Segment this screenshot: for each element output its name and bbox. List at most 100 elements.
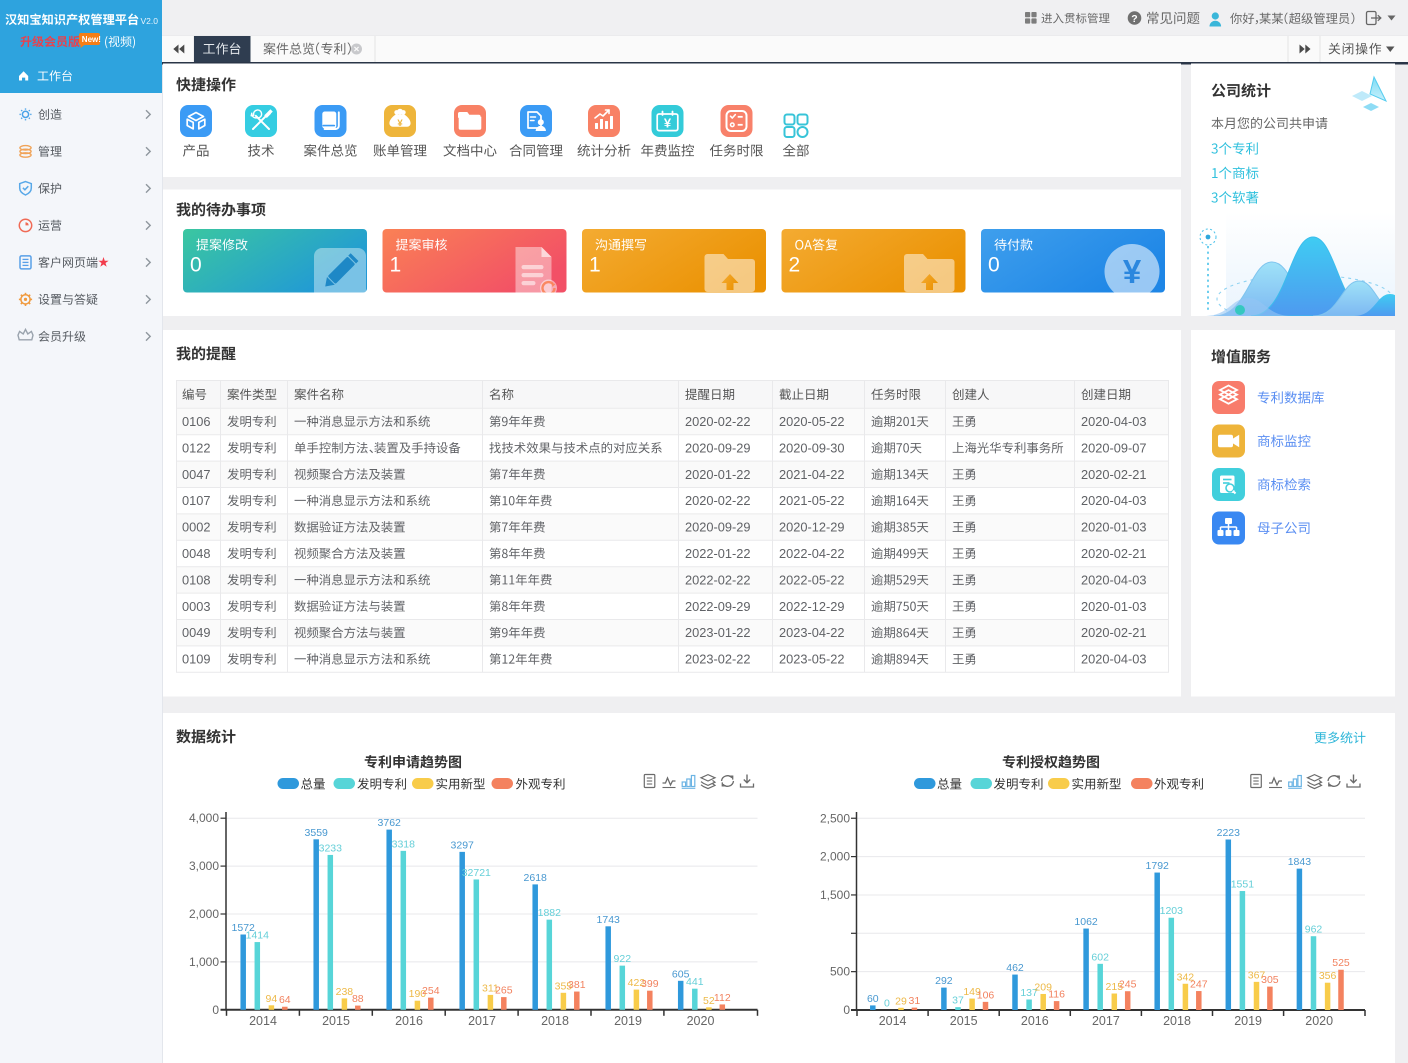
svg-text:2018: 2018 — [1163, 1014, 1191, 1028]
svg-text:2023-04-22: 2023-04-22 — [779, 625, 844, 640]
svg-text:0: 0 — [884, 998, 890, 1010]
svg-text:2016: 2016 — [1021, 1014, 1049, 1028]
svg-text:2022-02-22: 2022-02-22 — [685, 572, 750, 587]
svg-text:1203: 1203 — [1160, 905, 1184, 917]
svg-text:2021-04-22: 2021-04-22 — [779, 467, 844, 482]
svg-text:2020: 2020 — [1305, 1014, 1333, 1028]
svg-text:247: 247 — [1190, 979, 1208, 991]
svg-text:2020-01-22: 2020-01-22 — [685, 467, 750, 482]
svg-text:2022-05-22: 2022-05-22 — [779, 572, 844, 587]
svg-text:0: 0 — [190, 254, 202, 277]
svg-text:1,000: 1,000 — [189, 955, 219, 969]
svg-text:399: 399 — [641, 978, 659, 990]
svg-text:2022-04-22: 2022-04-22 — [779, 546, 844, 561]
svg-text:1743: 1743 — [597, 914, 621, 926]
svg-text:1551: 1551 — [1231, 879, 1255, 891]
svg-text:2020-01-03: 2020-01-03 — [1081, 520, 1146, 535]
svg-text:0049: 0049 — [182, 625, 210, 640]
svg-text:922: 922 — [614, 953, 632, 965]
svg-text:2014: 2014 — [249, 1014, 277, 1028]
svg-text:265: 265 — [495, 985, 513, 997]
svg-text:V2.0: V2.0 — [141, 16, 159, 26]
svg-text:0: 0 — [843, 1003, 850, 1017]
svg-text:238: 238 — [336, 986, 354, 998]
svg-text:1882: 1882 — [538, 907, 562, 919]
svg-text:2020-09-29: 2020-09-29 — [685, 520, 750, 535]
svg-text:2020-02-21: 2020-02-21 — [1081, 467, 1146, 482]
svg-text:2223: 2223 — [1217, 827, 1241, 839]
svg-text:2015: 2015 — [322, 1014, 350, 1028]
svg-text:305: 305 — [1261, 974, 1279, 986]
svg-text:116: 116 — [1048, 989, 1065, 1001]
svg-text:2017: 2017 — [468, 1014, 496, 1028]
svg-text:3318: 3318 — [392, 838, 416, 850]
svg-text:1843: 1843 — [1288, 856, 1312, 868]
svg-text:441: 441 — [686, 976, 704, 988]
svg-text:2022-09-29: 2022-09-29 — [685, 599, 750, 614]
svg-text:2019: 2019 — [1234, 1014, 1262, 1028]
svg-text:2022-12-29: 2022-12-29 — [779, 599, 844, 614]
svg-text:2: 2 — [789, 254, 801, 277]
svg-text:2018: 2018 — [541, 1014, 569, 1028]
svg-text:4,000: 4,000 — [189, 811, 219, 825]
svg-text:2020-09-29: 2020-09-29 — [685, 440, 750, 455]
svg-text:0122: 0122 — [182, 440, 210, 455]
svg-text:2017: 2017 — [1092, 1014, 1120, 1028]
svg-text:0107: 0107 — [182, 493, 210, 508]
svg-text:2015: 2015 — [950, 1014, 978, 1028]
svg-text:602: 602 — [1091, 951, 1109, 963]
svg-text:112: 112 — [714, 992, 731, 1004]
svg-text:0047: 0047 — [182, 467, 210, 482]
svg-text:1: 1 — [390, 254, 402, 277]
svg-text:2020-01-03: 2020-01-03 — [1081, 599, 1146, 614]
svg-text:0: 0 — [212, 1003, 219, 1017]
svg-text:2020-05-22: 2020-05-22 — [779, 414, 844, 429]
svg-text:3233: 3233 — [319, 842, 343, 854]
svg-text:0003: 0003 — [182, 599, 210, 614]
svg-text:106: 106 — [977, 989, 995, 1001]
svg-text:60: 60 — [867, 993, 879, 1005]
svg-text:2021-05-22: 2021-05-22 — [779, 493, 844, 508]
svg-text:?: ? — [1131, 13, 1137, 25]
svg-text:0108: 0108 — [182, 572, 210, 587]
svg-text:2022-01-22: 2022-01-22 — [685, 546, 750, 561]
svg-text:31: 31 — [909, 995, 921, 1007]
svg-text:356: 356 — [1319, 970, 1337, 982]
svg-text:462: 462 — [1006, 962, 1024, 974]
svg-text:2019: 2019 — [614, 1014, 642, 1028]
svg-text:1792: 1792 — [1146, 860, 1170, 872]
svg-text:1062: 1062 — [1074, 916, 1098, 928]
svg-text:2,500: 2,500 — [820, 811, 850, 825]
svg-text:2,000: 2,000 — [189, 907, 219, 921]
svg-text:0002: 0002 — [182, 520, 210, 535]
svg-text:0109: 0109 — [182, 652, 210, 667]
svg-text:1414: 1414 — [246, 930, 270, 942]
svg-text:2023-05-22: 2023-05-22 — [779, 652, 844, 667]
svg-text:2020-09-30: 2020-09-30 — [779, 440, 844, 455]
svg-text:2014: 2014 — [879, 1014, 907, 1028]
svg-text:3,000: 3,000 — [189, 859, 219, 873]
svg-text:2023-01-22: 2023-01-22 — [685, 625, 750, 640]
svg-text:962: 962 — [1305, 924, 1323, 936]
svg-text:2020-04-03: 2020-04-03 — [1081, 414, 1146, 429]
svg-text:2020: 2020 — [687, 1014, 715, 1028]
svg-text:94: 94 — [266, 993, 278, 1005]
svg-text:2020-12-29: 2020-12-29 — [779, 520, 844, 535]
svg-text:2020-04-03: 2020-04-03 — [1081, 493, 1146, 508]
svg-text:2020-04-03: 2020-04-03 — [1081, 652, 1146, 667]
svg-text:0: 0 — [988, 254, 1000, 277]
svg-text:64: 64 — [279, 994, 291, 1006]
svg-text:32721: 32721 — [462, 867, 491, 879]
svg-text:3297: 3297 — [451, 839, 475, 851]
svg-text:2618: 2618 — [524, 872, 548, 884]
svg-text:¥: ¥ — [664, 116, 672, 131]
svg-text:29: 29 — [895, 995, 907, 1007]
svg-text:2020-04-03: 2020-04-03 — [1081, 572, 1146, 587]
svg-text:0048: 0048 — [182, 546, 210, 561]
svg-text:2,000: 2,000 — [820, 850, 850, 864]
svg-text:2020-09-07: 2020-09-07 — [1081, 440, 1146, 455]
svg-text:1,500: 1,500 — [820, 888, 850, 902]
svg-text:381: 381 — [568, 979, 586, 991]
svg-text:New!: New! — [82, 35, 101, 44]
svg-text:2016: 2016 — [395, 1014, 423, 1028]
